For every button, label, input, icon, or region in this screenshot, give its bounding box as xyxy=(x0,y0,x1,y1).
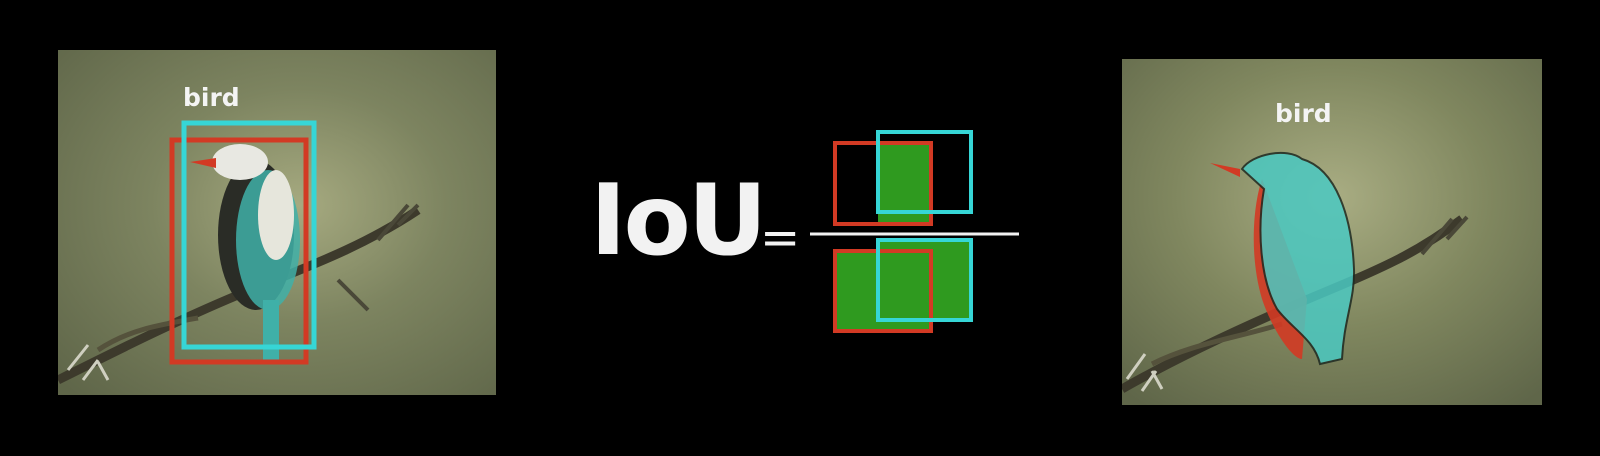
bird-tail xyxy=(263,300,279,360)
right-bird-photo-svg xyxy=(1122,59,1542,405)
bird-breast xyxy=(258,170,294,260)
left-class-label: bird xyxy=(183,83,240,112)
bird-head xyxy=(212,144,268,180)
right-bird-photo: bird xyxy=(1122,59,1542,405)
numerator-intersection xyxy=(833,130,973,226)
left-bird-photo: bird xyxy=(58,50,496,395)
right-class-label: bird xyxy=(1275,99,1332,128)
equals-sign: = xyxy=(760,210,801,266)
denominator-union xyxy=(833,238,973,333)
left-bird-photo-svg xyxy=(58,50,496,395)
iou-fraction-diagram xyxy=(810,130,1019,333)
iou-term: IoU xyxy=(590,164,767,278)
